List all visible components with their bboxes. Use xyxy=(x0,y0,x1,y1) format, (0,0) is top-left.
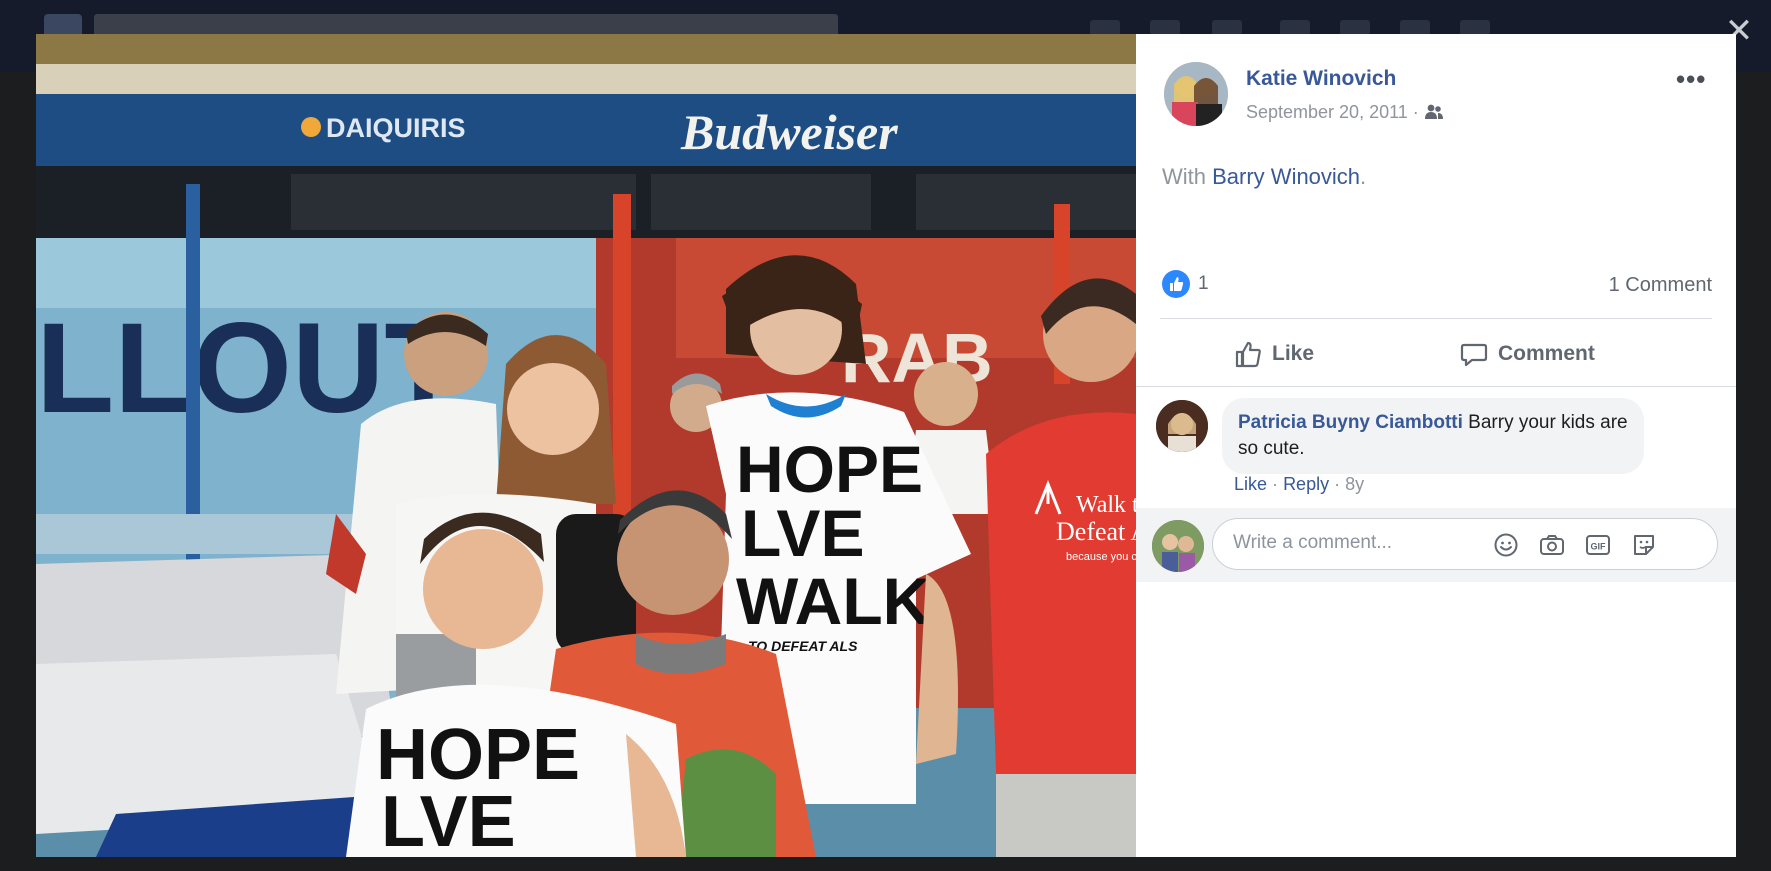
comment-separator: · xyxy=(1334,474,1341,494)
divider xyxy=(1160,318,1712,319)
comment-button-label: Comment xyxy=(1498,342,1595,365)
comment-button[interactable]: Comment xyxy=(1460,332,1595,376)
comment-separator: · xyxy=(1272,474,1279,494)
gif-icon[interactable]: GIF xyxy=(1585,532,1611,558)
like-count: 1 xyxy=(1198,273,1209,294)
emoji-icon[interactable] xyxy=(1493,532,1519,558)
daiquiris-sign: DAIQUIRIS xyxy=(298,106,468,146)
sticker-icon[interactable] xyxy=(1631,532,1657,558)
post-side-panel: Katie Winovich September 20, 2011 · ••• … xyxy=(1136,34,1736,857)
meta-separator: · xyxy=(1412,102,1419,122)
camera-icon[interactable] xyxy=(1539,532,1565,558)
svg-text:LVE: LVE xyxy=(741,496,864,570)
comment-age[interactable]: 8y xyxy=(1345,474,1364,494)
comment-reply-link[interactable]: Reply xyxy=(1283,474,1329,494)
like-reaction-icon xyxy=(1162,270,1190,298)
with-suffix: . xyxy=(1360,164,1367,189)
svg-text:LVE: LVE xyxy=(381,782,516,857)
friends-icon[interactable] xyxy=(1424,104,1444,125)
comment-actions: Like · Reply · 8y xyxy=(1234,474,1364,495)
svg-text:GIF: GIF xyxy=(1591,542,1607,552)
commenter-avatar[interactable] xyxy=(1156,400,1208,452)
comment-icon xyxy=(1460,343,1488,367)
post-photo: DAIQUIRIS Budweiser LLOUT RAB Walk t Def… xyxy=(36,34,1136,857)
comment-input-box[interactable]: GIF xyxy=(1212,518,1718,570)
daiquiris-text: DAIQUIRIS xyxy=(326,113,466,143)
author-avatar[interactable] xyxy=(1164,62,1228,126)
svg-text:Defeat A: Defeat A xyxy=(1056,517,1136,546)
post-author-name[interactable]: Katie Winovich xyxy=(1246,67,1396,91)
svg-text:Walk to: Walk to xyxy=(1076,492,1136,518)
comment-input[interactable] xyxy=(1231,531,1485,555)
svg-text:WALK: WALK xyxy=(736,564,931,638)
divider xyxy=(1136,386,1736,387)
like-button[interactable]: Like xyxy=(1234,332,1314,376)
viewer-avatar xyxy=(1152,520,1204,572)
svg-text:because you can: because you can xyxy=(1066,551,1136,563)
tagged-person-link[interactable]: Barry Winovich xyxy=(1212,164,1360,189)
with-prefix: With xyxy=(1162,164,1206,189)
post-date[interactable]: September 20, 2011 xyxy=(1246,102,1408,122)
comment-count-link[interactable]: 1 Comment xyxy=(1609,274,1712,297)
thumbs-up-icon xyxy=(1235,341,1261,368)
svg-text:HOPE: HOPE xyxy=(736,432,923,506)
commenter-name[interactable]: Patricia Buyny Ciambotti xyxy=(1238,412,1463,433)
comment-bubble: Patricia Buyny Ciambotti Barry your kids… xyxy=(1222,398,1644,474)
budweiser-text: Budweiser xyxy=(680,104,898,160)
comment-composer: GIF xyxy=(1136,508,1736,582)
tagged-with-line: With Barry Winovich. xyxy=(1162,164,1366,190)
post-meta: September 20, 2011 · xyxy=(1246,102,1444,125)
reactions-summary[interactable]: 1 xyxy=(1162,269,1209,299)
more-options-button[interactable]: ••• xyxy=(1676,64,1706,95)
comment-like-link[interactable]: Like xyxy=(1234,474,1267,494)
like-button-label: Like xyxy=(1272,342,1315,365)
